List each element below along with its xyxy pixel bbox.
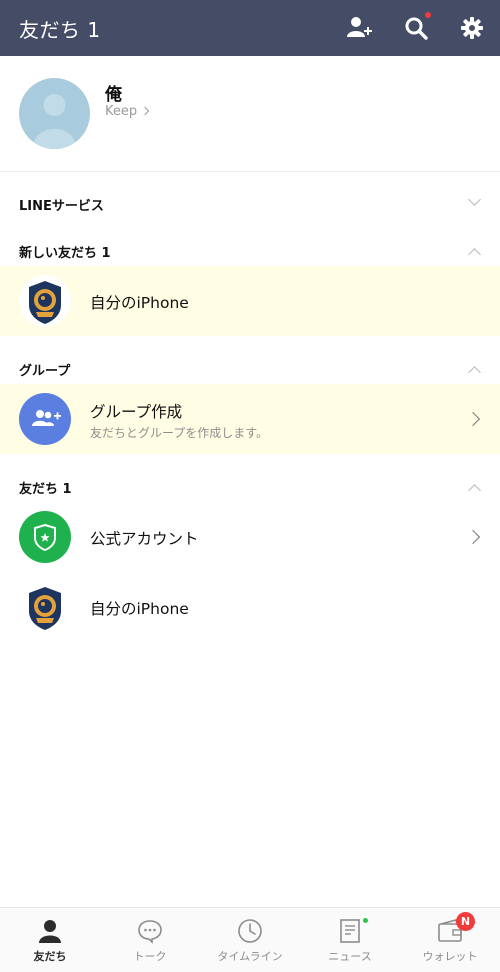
- group-create-subtitle: 友だちとグループを作成します。: [90, 426, 269, 440]
- chevron-up-icon[interactable]: [468, 248, 481, 261]
- default-avatar-icon: [33, 94, 76, 149]
- emblem-icon: [19, 581, 71, 633]
- tab-friends[interactable]: 友だち: [0, 908, 100, 972]
- keep-label: Keep: [105, 104, 138, 119]
- emblem-icon: [19, 275, 71, 327]
- add-friend-icon[interactable]: [345, 14, 373, 42]
- chevron-right-icon: [465, 529, 481, 545]
- clock-icon: [238, 919, 262, 943]
- shield-star-icon: [34, 523, 56, 552]
- wallet-badge: N: [456, 912, 475, 931]
- chevron-up-icon[interactable]: [468, 484, 481, 497]
- group-create-title: グループ作成: [90, 403, 183, 421]
- person-icon: [39, 920, 61, 943]
- profile-name: 俺: [105, 85, 122, 105]
- chevron-down-icon[interactable]: [468, 193, 481, 206]
- tab-label: ニュース: [328, 950, 372, 963]
- tab-wallet[interactable]: N ウォレット: [400, 908, 500, 972]
- section-label: グループ: [19, 364, 71, 379]
- page-title: 友だち 1: [19, 18, 101, 42]
- list-item-official-account[interactable]: 公式アカウント: [0, 502, 500, 572]
- friend-avatar: [19, 275, 71, 327]
- section-new-friends[interactable]: 新しい友だち 1: [0, 230, 500, 270]
- profile-avatar[interactable]: [19, 78, 90, 149]
- section-friends[interactable]: 友だち 1: [0, 466, 500, 506]
- friend-avatar: [19, 581, 71, 633]
- header-bar: 友だち 1: [0, 0, 500, 56]
- chevron-right-icon: [140, 106, 150, 116]
- tab-label: ウォレット: [422, 950, 478, 963]
- bottom-tab-bar: 友だち トーク タイムライン ニュース N ウォレット: [0, 907, 500, 972]
- official-account-avatar: [19, 511, 71, 563]
- tab-label: トーク: [133, 950, 167, 963]
- section-line-services[interactable]: LINEサービス: [0, 183, 500, 223]
- group-create-avatar: [19, 393, 71, 445]
- friend-name: 自分のiPhone: [90, 294, 189, 312]
- section-label: LINEサービス: [19, 199, 104, 214]
- friend-name: 自分のiPhone: [90, 600, 189, 618]
- list-item-new-friend[interactable]: 自分のiPhone: [0, 266, 500, 336]
- list-item-create-group[interactable]: グループ作成 友だちとグループを作成します。: [0, 384, 500, 454]
- tab-label: タイムライン: [217, 950, 283, 963]
- section-groups[interactable]: グループ: [0, 348, 500, 388]
- news-document-icon: [340, 919, 360, 943]
- news-new-dot: [363, 918, 368, 923]
- chevron-right-icon: [465, 411, 481, 427]
- my-profile[interactable]: 俺 Keep: [0, 56, 500, 172]
- list-item-friend[interactable]: 自分のiPhone: [0, 572, 500, 642]
- search-notification-dot: [425, 12, 431, 18]
- chat-bubble-icon: [138, 920, 162, 944]
- search-icon[interactable]: [402, 14, 430, 42]
- settings-gear-icon[interactable]: [458, 14, 486, 42]
- chevron-up-icon[interactable]: [468, 366, 481, 379]
- keep-link[interactable]: Keep: [105, 104, 150, 119]
- group-add-icon: [32, 410, 61, 426]
- section-label: 友だち 1: [19, 482, 72, 497]
- friend-name: 公式アカウント: [90, 530, 199, 548]
- tab-timeline[interactable]: タイムライン: [200, 908, 300, 972]
- tab-talk[interactable]: トーク: [100, 908, 200, 972]
- tab-label: 友だち: [33, 950, 67, 963]
- tab-news[interactable]: ニュース: [300, 908, 400, 972]
- section-label: 新しい友だち 1: [19, 246, 111, 261]
